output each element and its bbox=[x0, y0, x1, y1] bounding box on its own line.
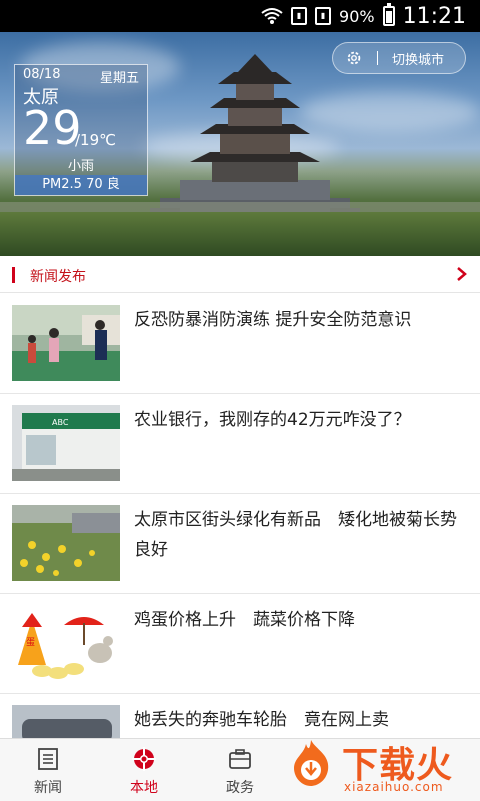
news-title: 反恐防暴消防演练 提升安全防范意识 bbox=[134, 310, 412, 330]
tab-government[interactable]: 政务 bbox=[192, 739, 288, 801]
section-title: 新闻发布 bbox=[30, 269, 86, 285]
battery-icon bbox=[382, 3, 395, 26]
battery-percent: 90% bbox=[339, 6, 375, 26]
tab-label: 新闻 bbox=[34, 780, 62, 796]
news-item[interactable]: 反恐防暴消防演练 提升安全防范意识 bbox=[0, 293, 480, 394]
news-title: 她丢失的奔驰车轮胎 竟在网上卖 bbox=[134, 710, 389, 730]
svg-text:蛋: 蛋 bbox=[26, 637, 35, 648]
weather-weekday: 星期五 bbox=[99, 71, 139, 86]
status-bar: ▮ ▮ 90% 11:21 bbox=[0, 0, 480, 32]
news-thumbnail: 蛋 bbox=[12, 605, 120, 681]
tab-news[interactable]: 新闻 bbox=[0, 739, 96, 801]
sim1-icon: ▮ bbox=[291, 7, 308, 25]
svg-text:ABC: ABC bbox=[52, 418, 69, 427]
weather-condition: 小雨 bbox=[67, 159, 94, 174]
tab-label: 政务 bbox=[226, 780, 254, 796]
news-title: 农业银行，我刚存的42万元咋没了？ bbox=[134, 410, 411, 430]
news-thumbnail bbox=[12, 505, 120, 581]
divider bbox=[377, 51, 378, 65]
tab-label: 本地 bbox=[130, 780, 158, 796]
news-title: 太原市区街头绿化有新品 矮化地被菊长势良好 bbox=[134, 510, 457, 560]
briefcase-icon bbox=[229, 749, 251, 769]
watermark-url: xiazaihuo.com bbox=[344, 780, 444, 794]
switch-city-label: 切换城市 bbox=[392, 52, 445, 68]
weather-widget[interactable]: 08/18 星期五 太原 29 /19℃ 小雨 PM2.5 70 良 bbox=[14, 64, 148, 196]
news-thumbnail bbox=[12, 305, 120, 381]
pavilion-image bbox=[150, 54, 360, 222]
watermark: 下载火 xiazaihuo.com bbox=[280, 734, 480, 800]
location-icon bbox=[132, 747, 156, 771]
settings-icon bbox=[347, 51, 361, 65]
chevron-right-icon[interactable] bbox=[456, 266, 468, 282]
section-marker bbox=[12, 267, 15, 283]
news-thumbnail: ABC bbox=[12, 405, 120, 481]
weather-date: 08/18 bbox=[23, 67, 61, 82]
news-item[interactable]: 蛋 鸡蛋价格上升 蔬菜价格下降 bbox=[0, 593, 480, 694]
news-title: 鸡蛋价格上升 蔬菜价格下降 bbox=[134, 610, 355, 630]
air-quality: PM2.5 70 良 bbox=[15, 175, 147, 195]
list-icon bbox=[38, 748, 58, 770]
section-header[interactable]: 新闻发布 bbox=[0, 258, 480, 293]
switch-city-button[interactable]: 切换城市 bbox=[332, 42, 466, 74]
news-item[interactable]: 太原市区街头绿化有新品 矮化地被菊长势良好 bbox=[0, 493, 480, 594]
weather-temp-low: /19℃ bbox=[75, 131, 116, 149]
tab-local[interactable]: 本地 bbox=[96, 739, 192, 801]
flame-logo-icon bbox=[294, 740, 329, 786]
sim2-icon: ▮ bbox=[315, 7, 332, 25]
wifi-icon bbox=[261, 8, 283, 24]
news-item[interactable]: ABC 农业银行，我刚存的42万元咋没了？ bbox=[0, 393, 480, 494]
weather-temp-high: 29 bbox=[23, 101, 82, 155]
clock: 11:21 bbox=[402, 3, 466, 29]
